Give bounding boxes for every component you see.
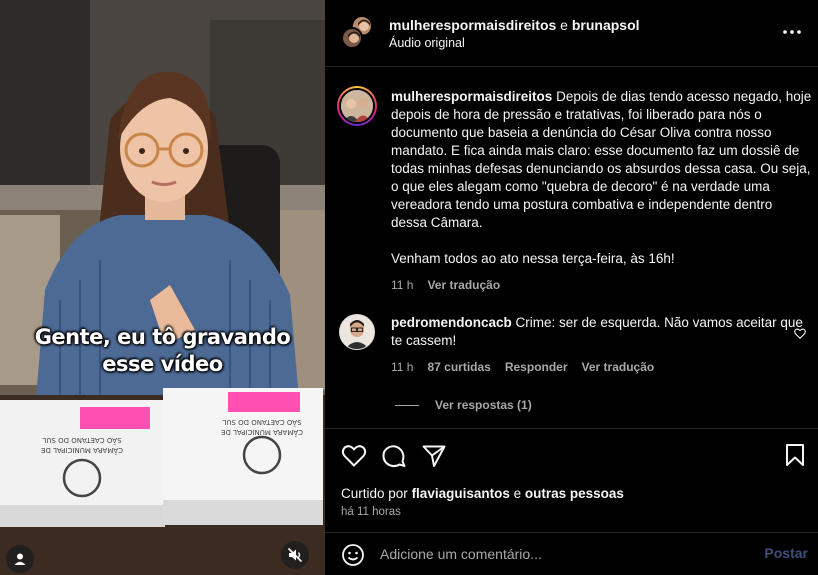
tagged-users-button[interactable] bbox=[6, 545, 34, 573]
comment-input[interactable] bbox=[380, 541, 750, 567]
svg-text:SÃO CAETANO DO SUL: SÃO CAETANO DO SUL bbox=[42, 436, 121, 445]
svg-text:CÂMARA MUNICIPAL DE: CÂMARA MUNICIPAL DE bbox=[221, 428, 303, 437]
like-button[interactable] bbox=[341, 443, 367, 469]
post-actions: Curtido por flaviaguisantos e outras pes… bbox=[325, 428, 818, 532]
liked-by-and: e bbox=[513, 486, 522, 501]
emoji-button[interactable] bbox=[341, 543, 365, 567]
svg-text:SÃO CAETANO DO SUL: SÃO CAETANO DO SUL bbox=[222, 418, 301, 427]
post-caption: mulherespormaisdireitos Depois de dias t… bbox=[337, 86, 812, 292]
view-replies-button[interactable]: Ver respostas (1) bbox=[395, 398, 532, 412]
avatar[interactable] bbox=[337, 86, 377, 126]
comment-like-button[interactable] bbox=[794, 326, 806, 344]
liked-by-user[interactable]: flaviaguisantos bbox=[412, 486, 510, 501]
share-button[interactable] bbox=[421, 443, 447, 469]
view-replies-label: Ver respostas (1) bbox=[435, 398, 532, 412]
divider bbox=[395, 404, 419, 406]
liked-by-prefix: Curtido por bbox=[341, 486, 408, 501]
emoji-icon bbox=[342, 544, 364, 566]
add-comment-bar: Postar bbox=[325, 532, 818, 575]
reel-video[interactable]: CÂMARA MUNICIPAL DE SÃO CAETANO DO SUL C… bbox=[0, 0, 325, 575]
mute-button[interactable] bbox=[281, 541, 309, 569]
collab-avatars[interactable] bbox=[341, 15, 375, 49]
bookmark-icon bbox=[786, 444, 804, 466]
collab-usernames: mulherespormaisdireitos e brunapsol bbox=[389, 17, 640, 33]
post-button[interactable]: Postar bbox=[764, 545, 808, 561]
video-caption-line: Gente, eu tô gravando bbox=[34, 325, 291, 349]
post-header: mulherespormaisdireitos e brunapsol Áudi… bbox=[325, 0, 818, 67]
send-icon bbox=[422, 445, 446, 467]
video-frame: CÂMARA MUNICIPAL DE SÃO CAETANO DO SUL C… bbox=[0, 0, 325, 575]
username-link[interactable]: brunapsol bbox=[572, 17, 640, 33]
video-caption: Gente, eu tô gravando esse vídeo bbox=[0, 324, 325, 378]
caption-username[interactable]: mulherespormaisdireitos bbox=[391, 89, 552, 104]
translate-link[interactable]: Ver tradução bbox=[582, 360, 655, 374]
liked-by: Curtido por flaviaguisantos e outras pes… bbox=[341, 486, 624, 501]
svg-text:CÂMARA MUNICIPAL DE: CÂMARA MUNICIPAL DE bbox=[41, 446, 123, 455]
more-options-button[interactable] bbox=[780, 22, 804, 42]
comment-likes[interactable]: 87 curtidas bbox=[427, 360, 490, 374]
comment-icon bbox=[382, 445, 406, 468]
save-button[interactable] bbox=[784, 443, 810, 469]
post-time[interactable]: há 11 horas bbox=[341, 506, 401, 518]
comment-button[interactable] bbox=[381, 443, 407, 469]
speaker-muted-icon bbox=[287, 547, 303, 563]
caption-text: Depois de dias tendo acesso negado, hoje… bbox=[391, 89, 812, 230]
reply-button[interactable]: Responder bbox=[505, 360, 568, 374]
more-horizontal-icon bbox=[783, 30, 801, 34]
username-link[interactable]: mulherespormaisdireitos bbox=[389, 17, 556, 33]
caption-time[interactable]: 11 h bbox=[391, 278, 413, 292]
user-icon bbox=[14, 553, 26, 565]
heart-icon bbox=[341, 445, 367, 467]
liked-by-others[interactable]: outras pessoas bbox=[525, 486, 624, 501]
comment-item: pedromendoncacb Crime: ser de esquerda. … bbox=[337, 312, 812, 374]
audio-link[interactable]: Áudio original bbox=[389, 36, 465, 50]
avatar bbox=[341, 27, 363, 49]
comment-time[interactable]: 11 h bbox=[391, 360, 413, 374]
conjunction: e bbox=[560, 17, 568, 33]
caption-text-2: Venham todos ao ato nessa terça-feira, à… bbox=[391, 251, 675, 266]
comment-username[interactable]: pedromendoncacb bbox=[391, 315, 512, 330]
video-caption-line: esse vídeo bbox=[102, 352, 223, 376]
comments-list[interactable]: mulherespormaisdireitos Depois de dias t… bbox=[325, 68, 818, 428]
translate-link[interactable]: Ver tradução bbox=[427, 278, 500, 292]
post-panel: mulherespormaisdireitos e brunapsol Áudi… bbox=[325, 0, 818, 575]
heart-icon bbox=[794, 328, 806, 340]
avatar[interactable] bbox=[339, 314, 375, 350]
